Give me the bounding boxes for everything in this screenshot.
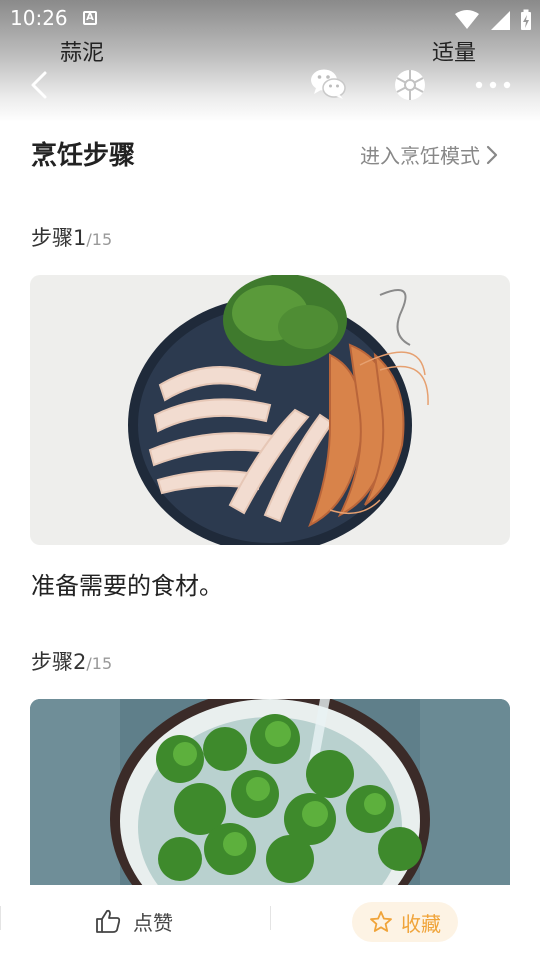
section-title: 烹饪步骤	[31, 141, 136, 171]
status-time: 10:26	[10, 6, 68, 30]
step-2-number: 步骤2	[31, 650, 87, 674]
star-icon	[370, 911, 392, 932]
divider	[0, 906, 1, 930]
bottom-action-bar: 点赞 收藏	[0, 885, 540, 960]
moments-share-icon[interactable]	[394, 69, 426, 101]
step-1-description: 准备需要的食材。	[31, 572, 223, 600]
more-icon[interactable]	[474, 80, 512, 90]
favorite-label: 收藏	[401, 911, 441, 936]
divider	[270, 906, 271, 930]
thumbs-up-icon	[96, 909, 121, 933]
status-icons	[451, 6, 532, 30]
ingredient-amount: 适量	[432, 41, 477, 66]
step-2-image[interactable]	[30, 699, 510, 885]
broccoli-washing-photo	[30, 699, 510, 885]
wechat-share-icon[interactable]	[310, 68, 346, 100]
chevron-right-icon	[486, 145, 498, 165]
step-1-total: /15	[86, 230, 113, 249]
like-label: 点赞	[133, 910, 173, 935]
step-1-number: 步骤1	[31, 226, 87, 250]
favorite-button[interactable]: 收藏	[352, 902, 458, 942]
cook-mode-link[interactable]: 进入烹饪模式	[360, 140, 498, 169]
step-2-label: 步骤2/15	[31, 646, 112, 676]
like-button[interactable]: 点赞	[95, 907, 173, 935]
step-2-total: /15	[86, 654, 113, 673]
status-bar: 10:26 A	[0, 0, 540, 36]
back-icon[interactable]	[26, 70, 56, 100]
cook-mode-label: 进入烹饪模式	[360, 144, 480, 168]
wifi-icon	[455, 9, 480, 29]
header-overlay: 10:26 A 蒜泥 适量	[0, 0, 540, 122]
notification-icon: A	[83, 11, 97, 25]
ingredient-name: 蒜泥	[60, 41, 105, 66]
step-1-image[interactable]	[30, 275, 510, 545]
battery-charging-icon	[521, 9, 531, 30]
signal-icon	[490, 10, 510, 30]
step-1-label: 步骤1/15	[31, 222, 112, 252]
ingredients-photo	[30, 275, 510, 545]
